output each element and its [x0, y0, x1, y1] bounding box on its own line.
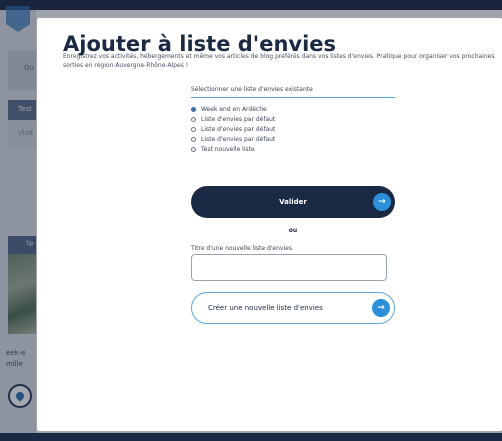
radio-button[interactable] [191, 136, 196, 142]
wishlist-modal: Ajouter à liste d'envies Enregistrez vos… [37, 18, 502, 431]
create-list-button[interactable]: Créer une nouvelle liste d'envies → [191, 292, 395, 324]
wishlist-option-label: Liste d'envies par défaut [201, 125, 276, 133]
wishlist-option[interactable]: Liste d'envies par défaut [191, 134, 395, 144]
wishlist-option[interactable]: Liste d'envies par défaut [191, 114, 395, 124]
wishlist-option[interactable]: Liste d'envies par défaut [191, 124, 395, 134]
radio-button[interactable] [191, 146, 196, 152]
modal-description: Enregistrez vos activités, hébergements … [63, 53, 495, 69]
new-list-title-label: Titre d'une nouvelle liste d'envies [191, 245, 292, 252]
arrow-right-icon: → [373, 193, 391, 211]
validate-button[interactable]: Valider → [191, 186, 395, 218]
validate-button-label: Valider [279, 198, 307, 206]
select-list-label: Sélectionner une liste d'envies existant… [191, 86, 395, 98]
or-separator: ou [288, 227, 298, 234]
wishlist-radio-list: Week end en Ardèche Liste d'envies par d… [191, 104, 395, 154]
background-bottom-bar [0, 433, 502, 441]
radio-button-checked[interactable] [191, 106, 196, 112]
arrow-right-icon: → [372, 299, 390, 317]
radio-button[interactable] [191, 126, 196, 132]
create-list-button-label: Créer une nouvelle liste d'envies [208, 304, 323, 312]
wishlist-option-label: Week end en Ardèche [201, 105, 267, 113]
wishlist-option-label: Liste d'envies par défaut [201, 115, 276, 123]
wishlist-option-label: Liste d'envies par défaut [201, 135, 276, 143]
radio-button[interactable] [191, 116, 196, 122]
wishlist-option[interactable]: Week end en Ardèche [191, 104, 395, 114]
wishlist-form: Sélectionner une liste d'envies existant… [191, 86, 395, 324]
wishlist-option[interactable]: Test nouvelle liste [191, 144, 395, 154]
new-list-title-input[interactable] [191, 254, 387, 281]
wishlist-option-label: Test nouvelle liste [201, 145, 255, 153]
